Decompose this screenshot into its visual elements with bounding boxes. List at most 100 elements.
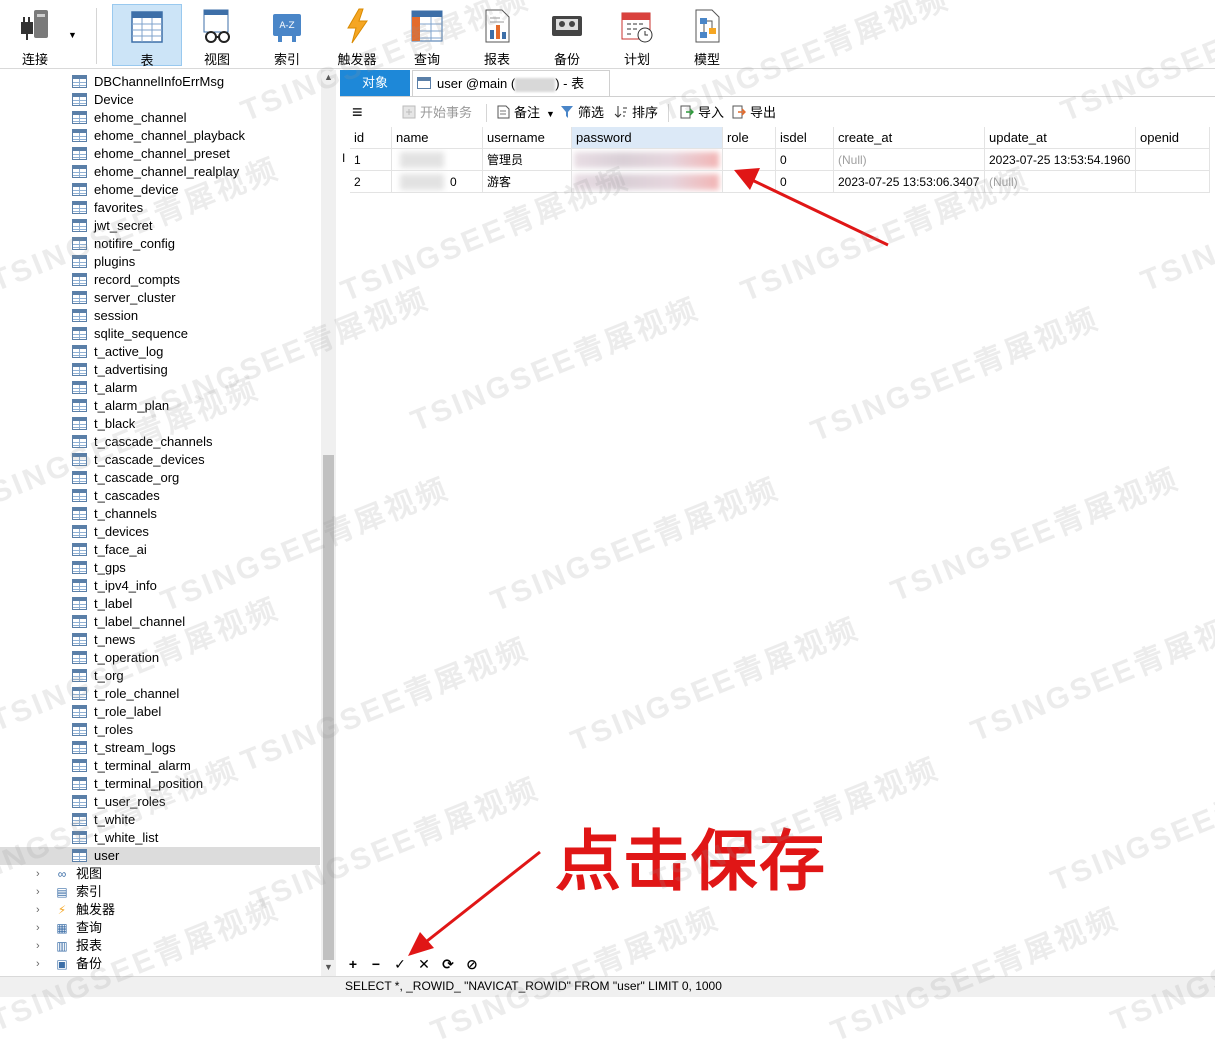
- report-button[interactable]: 报表: [462, 4, 532, 67]
- cell-role[interactable]: [723, 171, 776, 193]
- tree-item-table[interactable]: t_news: [0, 631, 320, 649]
- tree-item-table[interactable]: ehome_channel_preset: [0, 145, 320, 163]
- tree-item-table[interactable]: jwt_secret: [0, 217, 320, 235]
- column-header-isdel[interactable]: isdel: [776, 127, 834, 149]
- tree-item-table[interactable]: sqlite_sequence: [0, 325, 320, 343]
- chevron-right-icon[interactable]: ›: [36, 937, 40, 955]
- scroll-down-icon[interactable]: ▼: [324, 962, 333, 972]
- tree-item-table[interactable]: t_devices: [0, 523, 320, 541]
- discard-changes-button[interactable]: ✕: [415, 955, 433, 973]
- tree-item-table[interactable]: t_channels: [0, 505, 320, 523]
- tree-item-table[interactable]: record_compts: [0, 271, 320, 289]
- view-button[interactable]: 视图: [182, 4, 252, 67]
- cell-update_at[interactable]: (Null): [985, 171, 1136, 193]
- table-button[interactable]: 表: [112, 4, 182, 68]
- tree-item-table[interactable]: t_cascades: [0, 487, 320, 505]
- tab-user-table[interactable]: user @main () - 表: [412, 70, 610, 96]
- column-header-update_at[interactable]: update_at: [985, 127, 1136, 149]
- tree-item-table[interactable]: t_label: [0, 595, 320, 613]
- tree-item-table[interactable]: t_user_roles: [0, 793, 320, 811]
- tree-item-table[interactable]: t_terminal_alarm: [0, 757, 320, 775]
- column-header-password[interactable]: password: [572, 127, 723, 149]
- tree-item-table[interactable]: t_operation: [0, 649, 320, 667]
- backup-button[interactable]: 备份: [532, 4, 602, 67]
- connect-button[interactable]: 连接: [2, 4, 68, 67]
- tree-scrollbar[interactable]: ▲ ▼: [321, 70, 336, 976]
- tree-item-table[interactable]: server_cluster: [0, 289, 320, 307]
- cell-create_at[interactable]: (Null): [834, 149, 985, 171]
- tree-group[interactable]: › ▥ 报表: [0, 937, 320, 955]
- schedule-button[interactable]: 计划: [602, 4, 672, 67]
- memo-button[interactable]: 备注 ▼: [496, 104, 555, 122]
- cell-username[interactable]: 游客: [483, 171, 572, 193]
- tree-item-table[interactable]: ehome_channel_playback: [0, 127, 320, 145]
- tree-group[interactable]: › ▤ 索引: [0, 883, 320, 901]
- chevron-right-icon[interactable]: ›: [36, 919, 40, 937]
- save-record-button[interactable]: ✓: [391, 955, 409, 973]
- column-header-id[interactable]: id: [350, 127, 392, 149]
- scrollbar-thumb[interactable]: [323, 455, 334, 960]
- table-row[interactable]: 2 0 游客 0 2023-07-25 13:53:06.3407 (Null): [340, 171, 1210, 193]
- cell-openid[interactable]: [1136, 171, 1210, 193]
- cell-id[interactable]: 1: [350, 149, 392, 171]
- column-header-openid[interactable]: openid: [1136, 127, 1210, 149]
- table-row[interactable]: 1 管理员 0 (Null) 2023-07-25 13:53:54.1960: [340, 149, 1210, 171]
- index-button[interactable]: A-Z 索引: [252, 4, 322, 67]
- column-header-role[interactable]: role: [723, 127, 776, 149]
- chevron-right-icon[interactable]: ›: [36, 883, 40, 901]
- cell-update_at[interactable]: 2023-07-25 13:53:54.1960: [985, 149, 1136, 171]
- tree-item-table[interactable]: t_label_channel: [0, 613, 320, 631]
- tree-item-table[interactable]: t_white_list: [0, 829, 320, 847]
- tab-objects[interactable]: 对象: [340, 70, 410, 96]
- tree-group[interactable]: › ▣ 备份: [0, 955, 320, 973]
- chevron-right-icon[interactable]: ›: [36, 901, 40, 919]
- model-button[interactable]: 模型: [672, 4, 742, 67]
- chevron-right-icon[interactable]: ›: [36, 865, 40, 883]
- query-button[interactable]: 查询: [392, 4, 462, 67]
- tree-item-table[interactable]: t_black: [0, 415, 320, 433]
- tree-group[interactable]: › ⚡ 触发器: [0, 901, 320, 919]
- cell-name[interactable]: [392, 149, 483, 171]
- tree-item-table[interactable]: t_terminal_position: [0, 775, 320, 793]
- tree-item-table[interactable]: ehome_channel_realplay: [0, 163, 320, 181]
- sort-button[interactable]: 排序: [614, 104, 658, 122]
- begin-transaction-button[interactable]: 开始事务: [402, 104, 472, 122]
- trigger-button[interactable]: 触发器: [322, 4, 392, 67]
- stop-button[interactable]: ⊘: [463, 955, 481, 973]
- tree-item-table[interactable]: t_roles: [0, 721, 320, 739]
- cell-create_at[interactable]: 2023-07-25 13:53:06.3407: [834, 171, 985, 193]
- tree-group[interactable]: › ▦ 查询: [0, 919, 320, 937]
- tree-item-table[interactable]: t_ipv4_info: [0, 577, 320, 595]
- refresh-button[interactable]: ⟳: [439, 955, 457, 973]
- tree-item-table[interactable]: t_alarm: [0, 379, 320, 397]
- tree-item-table[interactable]: plugins: [0, 253, 320, 271]
- cell-username[interactable]: 管理员: [483, 149, 572, 171]
- cell-isdel[interactable]: 0: [776, 149, 834, 171]
- filter-button[interactable]: 筛选: [560, 104, 604, 122]
- column-header-create_at[interactable]: create_at: [834, 127, 985, 149]
- tree-item-table[interactable]: session: [0, 307, 320, 325]
- add-record-button[interactable]: +: [344, 955, 362, 973]
- tree-item-table[interactable]: t_role_channel: [0, 685, 320, 703]
- tree-group[interactable]: › ∞ 视图: [0, 865, 320, 883]
- tree-item-table[interactable]: t_active_log: [0, 343, 320, 361]
- menu-icon[interactable]: ≡: [352, 103, 363, 122]
- tree-item-table[interactable]: t_cascade_devices: [0, 451, 320, 469]
- import-button[interactable]: 导入: [680, 104, 724, 122]
- tree-item-table[interactable]: t_face_ai: [0, 541, 320, 559]
- tree-item-table[interactable]: t_advertising: [0, 361, 320, 379]
- cell-role[interactable]: [723, 149, 776, 171]
- cell-isdel[interactable]: 0: [776, 171, 834, 193]
- scroll-up-icon[interactable]: ▲: [324, 72, 333, 82]
- tree-item-table[interactable]: t_stream_logs: [0, 739, 320, 757]
- cell-id[interactable]: 2: [350, 171, 392, 193]
- tree-item-table[interactable]: DBChannelInfoErrMsg: [0, 73, 320, 91]
- tree-item-table[interactable]: notifire_config: [0, 235, 320, 253]
- cell-openid[interactable]: [1136, 149, 1210, 171]
- export-button[interactable]: 导出: [732, 104, 776, 122]
- tree-item-table[interactable]: t_cascade_org: [0, 469, 320, 487]
- tree-item-table[interactable]: t_white: [0, 811, 320, 829]
- tree-item-table[interactable]: favorites: [0, 199, 320, 217]
- cell-name[interactable]: 0: [392, 171, 483, 193]
- delete-record-button[interactable]: −: [367, 955, 385, 973]
